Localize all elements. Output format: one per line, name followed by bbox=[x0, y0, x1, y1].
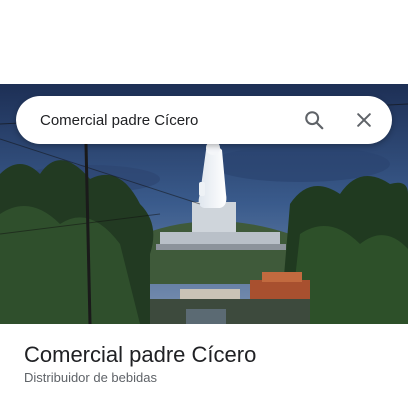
top-blank-area bbox=[0, 0, 408, 84]
clear-search-button[interactable] bbox=[344, 100, 384, 140]
place-category: Distribuidor de bebidas bbox=[24, 370, 157, 385]
search-bar[interactable]: Comercial padre Cícero bbox=[16, 96, 392, 144]
close-icon bbox=[357, 113, 371, 127]
search-input[interactable]: Comercial padre Cícero bbox=[40, 112, 294, 129]
place-title: Comercial padre Cícero bbox=[24, 342, 257, 367]
search-icon bbox=[305, 111, 324, 130]
search-button[interactable] bbox=[294, 100, 334, 140]
place-info-panel: Comercial padre Cícero Distribuidor de b… bbox=[0, 324, 408, 408]
